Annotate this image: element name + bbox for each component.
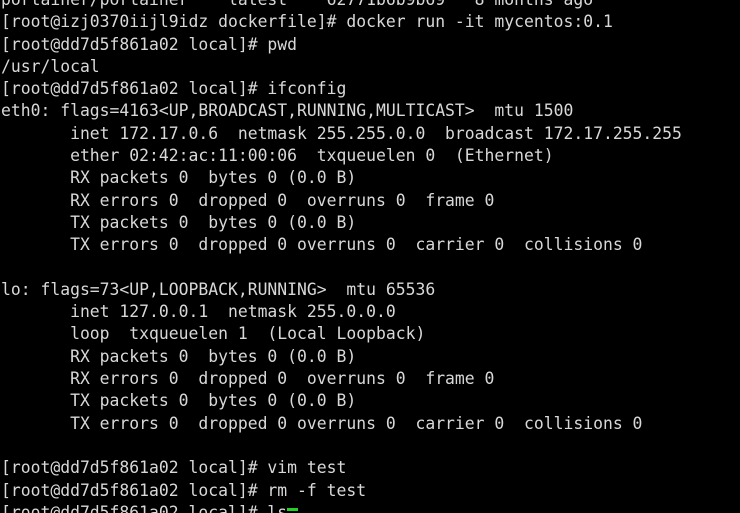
terminal-line: eth0: flags=4163<UP,BROADCAST,RUNNING,MU… — [1, 101, 574, 121]
terminal-line: /usr/local — [1, 56, 100, 76]
terminal-line: [root@dd7d5f861a02 local]# vim test — [1, 458, 347, 478]
terminal-line: [root@dd7d5f861a02 local]# ls — [1, 502, 288, 513]
terminal-line: [root@dd7d5f861a02 local]# rm -f test — [1, 480, 367, 500]
terminal-line: inet 127.0.0.1 netmask 255.0.0.0 — [1, 302, 396, 322]
terminal-line: loop txqueuelen 1 (Local Loopback) — [1, 324, 426, 344]
terminal-window[interactable]: portainer/portainer latest 62771b6b9b69 … — [0, 0, 740, 513]
terminal-line: lo: flags=73<UP,LOOPBACK,RUNNING> mtu 65… — [1, 279, 436, 299]
terminal-line: [root@dd7d5f861a02 local]# ifconfig — [1, 79, 347, 99]
terminal-scrollback: portainer/portainer latest 62771b6b9b69 … — [0, 0, 740, 513]
terminal-line: [root@dd7d5f861a02 local]# pwd — [1, 34, 298, 54]
text-cursor — [287, 508, 298, 511]
terminal-line: TX packets 0 bytes 0 (0.0 B) — [1, 391, 357, 411]
terminal-line: portainer/portainer latest 62771b6b9b69 … — [0, 0, 740, 11]
terminal-line: [root@izj0370iijl9idz dockerfile]# docke… — [1, 12, 613, 32]
terminal-line: TX errors 0 dropped 0 overruns 0 carrier… — [1, 235, 643, 255]
terminal-line: RX packets 0 bytes 0 (0.0 B) — [1, 168, 357, 188]
terminal-line: RX errors 0 dropped 0 overruns 0 frame 0 — [1, 190, 495, 210]
terminal-line: RX errors 0 dropped 0 overruns 0 frame 0 — [1, 369, 495, 389]
terminal-line: TX errors 0 dropped 0 overruns 0 carrier… — [1, 413, 643, 433]
terminal-line: inet 172.17.0.6 netmask 255.255.0.0 broa… — [1, 123, 682, 143]
terminal-line: RX packets 0 bytes 0 (0.0 B) — [1, 346, 357, 366]
terminal-line: TX packets 0 bytes 0 (0.0 B) — [1, 212, 357, 232]
terminal-line: ether 02:42:ac:11:00:06 txqueuelen 0 (Et… — [1, 146, 554, 166]
